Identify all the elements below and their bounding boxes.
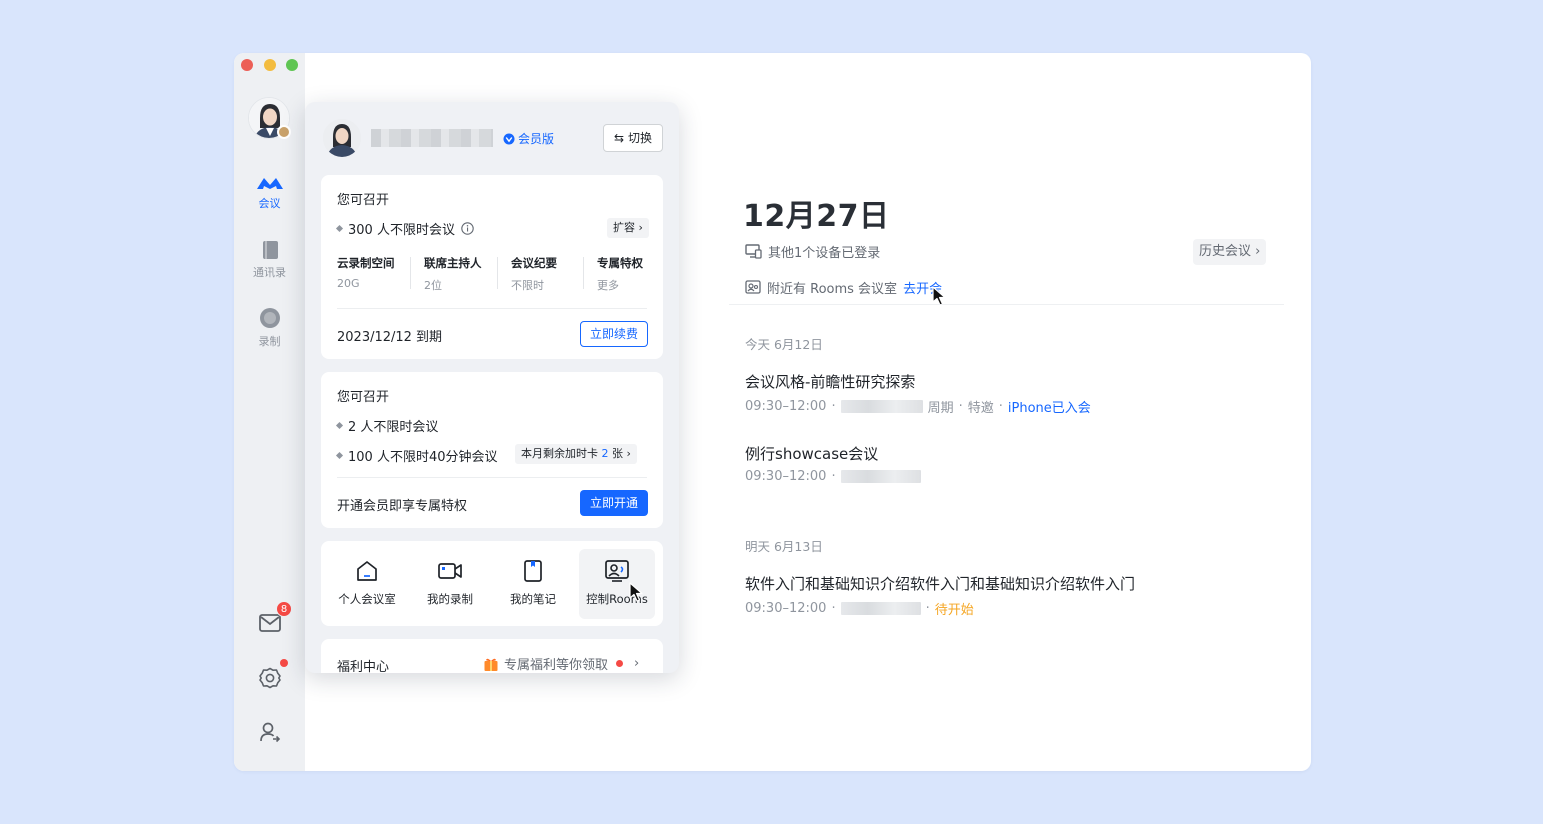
welfare-title: 福利中心 — [337, 660, 390, 673]
expand-label: 扩容 — [613, 221, 635, 234]
tomorrow-label: 明天 6月13日 — [745, 539, 823, 554]
rooms-icon — [745, 280, 761, 294]
vip-label: 会员版 — [518, 132, 555, 146]
control-rooms-tool[interactable]: 控制Rooms — [579, 549, 655, 619]
expiry-date: 2023/12/12 到期 — [337, 330, 443, 345]
card-heading: 您可召开 — [337, 390, 390, 405]
meeting-title[interactable]: 例行showcase会议 — [745, 443, 878, 464]
capacity-text: 300 人不限时会议 — [348, 223, 455, 238]
meeting-meta: 09:30–12:00 · 周期 · 特邀 · iPhone已入会 — [745, 399, 1091, 416]
free-item-1: 2 人不限时会议 — [335, 416, 438, 435]
renew-button[interactable]: 立即续费 — [580, 321, 649, 347]
window-maximize-button[interactable] — [286, 59, 298, 71]
plan-card-free: 您可召开 2 人不限时会议 100 人不限时40分钟会议 本月剩余加时卡 2 张… — [321, 372, 663, 528]
quick-tools: 个人会议室 我的录制 我的笔记 控制Rooms — [321, 541, 663, 626]
device-login-notice[interactable]: 其他1个设备已登录 — [745, 242, 880, 261]
popup-avatar — [323, 119, 361, 157]
meeting-meta: 09:30–12:00 · · 待开始 — [745, 601, 974, 618]
meeting-meta: 09:30–12:00 · — [745, 469, 921, 484]
expand-capacity-chip[interactable]: 扩容 › — [607, 218, 649, 238]
device-login-text: 其他1个设备已登录 — [768, 246, 881, 261]
rooms-notice-text: 附近有 Rooms 会议室 — [767, 282, 898, 297]
vip-badge: 会员版 — [503, 130, 554, 147]
meeting-status: 待开始 — [934, 603, 974, 618]
video-camera-icon — [438, 563, 462, 579]
mouse-cursor-icon — [629, 582, 643, 602]
meeting-title[interactable]: 会议风格-前瞻性研究探索 — [745, 371, 915, 392]
rooms-control-icon — [605, 560, 629, 582]
capacity-item: 300 人不限时会议 — [335, 219, 474, 238]
nav-record-label: 录制 — [258, 335, 281, 348]
welfare-notice-dot — [616, 660, 624, 667]
meeting-tag-recurring: 周期 — [927, 401, 954, 416]
free-item-2: 100 人不限时40分钟会议 — [335, 446, 498, 465]
extra-time-card-chip[interactable]: 本月剩余加时卡 2 张 › — [515, 444, 637, 464]
mail-badge: 8 — [276, 601, 292, 617]
nearby-rooms-notice: 附近有 Rooms 会议室 去开会 — [745, 278, 942, 297]
record-icon — [259, 308, 280, 328]
feature-privileges[interactable]: 专属特权 更多 — [597, 255, 643, 293]
feature-minutes: 会议纪要 不限时 — [511, 256, 557, 292]
chevron-right-icon: › — [626, 447, 631, 460]
address-book-icon — [262, 241, 278, 259]
today-label: 今天 6月12日 — [745, 337, 823, 352]
blurred-user-name — [371, 129, 493, 147]
header-divider — [729, 304, 1284, 305]
meeting-status: iPhone已入会 — [1007, 401, 1091, 416]
info-icon[interactable] — [461, 222, 474, 235]
chevron-right-icon: › — [638, 221, 643, 234]
my-recordings-tool[interactable]: 我的录制 — [412, 549, 488, 619]
note-icon — [524, 560, 542, 582]
account-badge-icon — [277, 125, 291, 139]
devices-icon — [745, 244, 762, 259]
nav-meeting[interactable]: 会议 — [234, 175, 305, 211]
welfare-center[interactable]: 福利中心 专属福利等你领取 › — [321, 639, 663, 673]
feature-cohost: 联席主持人 2位 — [424, 256, 482, 292]
plan-card-premium: 您可召开 300 人不限时会议 扩容 › 云录制空间 20G 联席主持人 2位 … — [321, 175, 663, 359]
sidebar: 会议 通讯录 录制 8 — [234, 53, 305, 771]
nav-meeting-label: 会议 — [258, 197, 281, 210]
nav-contacts-label: 通讯录 — [253, 266, 286, 279]
meeting-time: 09:30–12:00 — [745, 469, 827, 484]
history-meetings-button[interactable]: 历史会议 › — [1193, 239, 1267, 265]
switch-account-button[interactable]: ⇆ 切换 — [603, 124, 663, 152]
open-membership-button[interactable]: 立即开通 — [580, 490, 649, 516]
chevron-right-icon: › — [1255, 244, 1261, 259]
blurred-host-name — [840, 400, 923, 413]
welfare-promo: 专属福利等你领取 › — [483, 654, 639, 673]
settings-gear-icon[interactable] — [259, 667, 281, 689]
mouse-cursor-icon — [932, 286, 946, 306]
window-close-button[interactable] — [241, 59, 253, 71]
window-minimize-button[interactable] — [264, 59, 276, 71]
settings-notice-dot — [280, 659, 288, 667]
swap-icon: ⇆ — [614, 131, 625, 145]
blurred-host-name — [840, 602, 921, 615]
card-heading: 您可召开 — [337, 193, 390, 208]
feature-cloud-recording: 云录制空间 20G — [337, 256, 395, 290]
gift-icon — [484, 658, 498, 671]
mail-icon[interactable] — [259, 614, 281, 632]
add-contact-icon[interactable] — [259, 721, 281, 743]
nav-record[interactable]: 录制 — [234, 307, 305, 349]
date-title: 12月27日 — [743, 199, 890, 234]
personal-room-tool[interactable]: 个人会议室 — [329, 549, 405, 619]
meeting-time: 09:30–12:00 — [745, 601, 827, 616]
vip-icon — [503, 133, 515, 144]
home-icon — [357, 561, 377, 581]
meeting-title[interactable]: 软件入门和基础知识介绍软件入门和基础知识介绍软件入门 — [745, 573, 1135, 594]
meeting-time: 09:30–12:00 — [745, 399, 827, 414]
history-button-label: 历史会议 — [1199, 244, 1252, 259]
profile-popup: 会员版 ⇆ 切换 您可召开 300 人不限时会议 扩容 › 云录制空间 20G … — [305, 102, 679, 673]
membership-promo: 开通会员即享专属特权 — [337, 499, 468, 514]
blurred-host-name — [840, 470, 921, 483]
meeting-icon — [256, 178, 283, 189]
chevron-right-icon: › — [634, 656, 640, 671]
switch-label: 切换 — [627, 131, 652, 145]
my-notes-tool[interactable]: 我的笔记 — [495, 549, 571, 619]
nav-contacts[interactable]: 通讯录 — [234, 240, 305, 280]
meeting-tag-invited: 特邀 — [967, 401, 994, 416]
